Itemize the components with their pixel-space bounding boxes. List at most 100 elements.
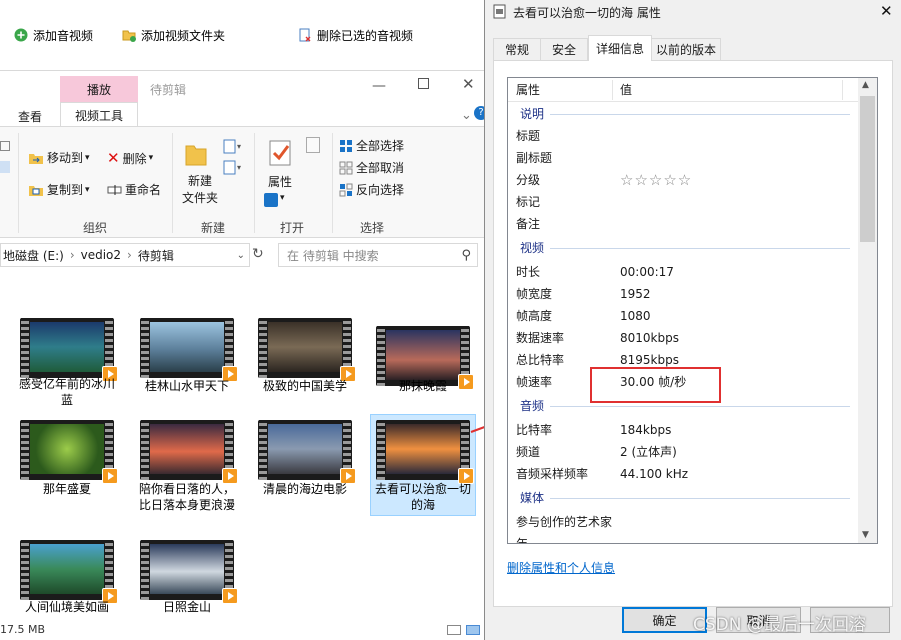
video-thumbnail[interactable] (258, 318, 356, 382)
property-value: 8010kbps (620, 331, 679, 345)
dialog-close-icon[interactable]: ✕ (880, 2, 893, 20)
close-icon[interactable]: ✕ (462, 75, 475, 93)
paste-icon[interactable] (0, 161, 10, 173)
tab-security-label: 安全 (551, 43, 576, 57)
pin-icon[interactable] (0, 141, 10, 151)
scroll-up-icon[interactable]: ▲ (862, 80, 869, 90)
property-key: 帧高度 (516, 309, 553, 323)
copy-to-button[interactable]: 复制到 ▾ (28, 181, 90, 198)
column-header-value[interactable]: 值 (620, 79, 632, 101)
video-thumbnail[interactable] (20, 540, 118, 604)
minimize-button[interactable]: — (372, 78, 386, 94)
section-description: 说明 (520, 107, 545, 121)
ok-label: 确定 (652, 613, 677, 628)
scroll-thumb[interactable] (860, 96, 875, 242)
file-name-label[interactable]: 去看可以治愈一切的海 (373, 481, 473, 513)
section-audio: 音频 (520, 399, 545, 413)
search-icon: ⚲ (461, 247, 471, 263)
section-divider (550, 406, 850, 407)
video-thumbnail[interactable] (20, 318, 118, 382)
copy-folder-icon (29, 185, 43, 196)
tab-security[interactable]: 安全 (540, 38, 588, 60)
edit-icon[interactable] (306, 137, 320, 153)
tab-video-tools[interactable]: 视频工具 (60, 102, 138, 127)
chevron-right-icon: › (127, 248, 132, 262)
new-item-icon[interactable]: ▾ ▾ (222, 139, 244, 182)
move-folder-icon (29, 153, 43, 164)
section-divider (550, 498, 850, 499)
chevron-down-icon[interactable]: ▾ (280, 193, 285, 203)
breadcrumb-disk[interactable]: 地磁盘 (E:) (3, 247, 64, 264)
file-name-label[interactable]: 那年盛夏 (17, 481, 117, 497)
chevron-down-icon[interactable]: ⌄ (237, 250, 245, 261)
file-name-label[interactable]: 感受亿年前的冰川蓝 (17, 376, 117, 408)
add-folder-label: 添加视频文件夹 (141, 28, 226, 43)
move-to-button[interactable]: 移动到 ▾ (28, 149, 90, 166)
column-divider[interactable] (842, 80, 843, 100)
remove-properties-link[interactable]: 删除属性和个人信息 (507, 559, 615, 576)
video-thumbnail[interactable] (140, 420, 238, 484)
rename-button[interactable]: 重命名 (107, 181, 161, 198)
tab-view[interactable]: 查看 (18, 108, 42, 125)
invert-selection-button[interactable]: 反向选择 (339, 181, 404, 198)
open-dropdown-icon[interactable] (264, 193, 278, 207)
video-thumbnail[interactable] (140, 318, 238, 382)
video-thumbnail[interactable] (376, 326, 474, 390)
tab-play[interactable]: 播放 (60, 76, 138, 102)
scroll-down-icon[interactable]: ▼ (862, 530, 869, 540)
group-select-label: 选择 (360, 221, 385, 235)
add-video-button[interactable]: 添加音视频 (14, 25, 93, 45)
file-name-label[interactable]: 人间仙境美如画 (17, 599, 117, 615)
delete-x-icon: ✕ (107, 149, 120, 167)
tab-general[interactable]: 常规 (493, 38, 541, 60)
tab-previous-versions[interactable]: 以前的版本 (651, 38, 721, 60)
property-value: 44.100 kHz (620, 467, 689, 481)
breadcrumb-folder2[interactable]: 待剪辑 (138, 247, 174, 264)
rename-label: 重命名 (125, 183, 162, 197)
delete-button[interactable]: ✕ 删除 ▾ (107, 149, 153, 167)
list-header (508, 78, 860, 102)
file-name-label[interactable]: 桂林山水甲天下 (137, 378, 237, 394)
new-folder-button[interactable] (184, 141, 208, 170)
add-folder-button[interactable]: 添加视频文件夹 (122, 25, 225, 45)
remove-selected-button[interactable]: 删除已选的音视频 (298, 25, 413, 45)
file-name-label[interactable]: 日照金山 (137, 599, 237, 615)
select-none-button[interactable]: 全部取消 (339, 159, 404, 176)
tab-details[interactable]: 详细信息 (588, 35, 652, 61)
properties-list[interactable]: 属性 值 说明 标题 副标题 分级 ☆☆☆☆☆ 标记 备注 视频 时长 00:0… (507, 77, 878, 544)
property-key: 分级 (516, 173, 541, 187)
property-key: 频道 (516, 445, 541, 459)
rating-stars[interactable]: ☆☆☆☆☆ (620, 169, 692, 191)
file-name-label[interactable]: 清晨的海边电影 (255, 481, 355, 497)
maximize-button[interactable] (418, 78, 429, 89)
properties-check-icon (269, 140, 291, 166)
file-name-label[interactable]: 陪你看日落的人，比日落本身更浪漫 (137, 481, 237, 513)
property-key: 帧速率 (516, 375, 553, 389)
video-thumbnail[interactable] (140, 540, 238, 604)
column-header-property[interactable]: 属性 (516, 79, 540, 101)
breadcrumb-folder1[interactable]: vedio2 (81, 248, 121, 262)
property-key: 比特率 (516, 423, 553, 437)
ribbon-collapse-icon[interactable]: ⌄ (461, 108, 472, 123)
search-input[interactable]: 在 待剪辑 中搜索 ⚲ (278, 243, 478, 267)
rename-icon (107, 184, 122, 195)
select-all-button[interactable]: 全部选择 (339, 137, 404, 154)
video-thumbnail[interactable] (20, 420, 118, 484)
video-thumbnail[interactable] (258, 420, 356, 484)
properties-button[interactable] (268, 139, 292, 170)
video-thumbnail[interactable] (376, 420, 474, 484)
file-name-label[interactable]: 那抹晚霞 (373, 378, 473, 394)
details-view-icon[interactable] (447, 625, 461, 635)
add-video-label: 添加音视频 (33, 28, 94, 43)
app-toolbar: 添加音视频 添加视频文件夹 删除已选的音视频 (0, 0, 484, 70)
group-organize-label: 组织 (83, 221, 108, 235)
breadcrumb[interactable]: 地磁盘 (E:) › vedio2 › 待剪辑 ⌄ (0, 243, 250, 267)
property-key: 参与创作的艺术家 (516, 515, 613, 529)
svg-text:▾: ▾ (237, 163, 241, 172)
window-title: 待剪辑 (150, 83, 187, 97)
delete-label: 删除 (122, 151, 147, 166)
column-divider[interactable] (612, 80, 613, 100)
file-name-label[interactable]: 极致的中国美学 (255, 378, 355, 394)
thumbnail-view-icon[interactable] (466, 625, 480, 635)
refresh-icon[interactable]: ↻ (252, 246, 264, 262)
